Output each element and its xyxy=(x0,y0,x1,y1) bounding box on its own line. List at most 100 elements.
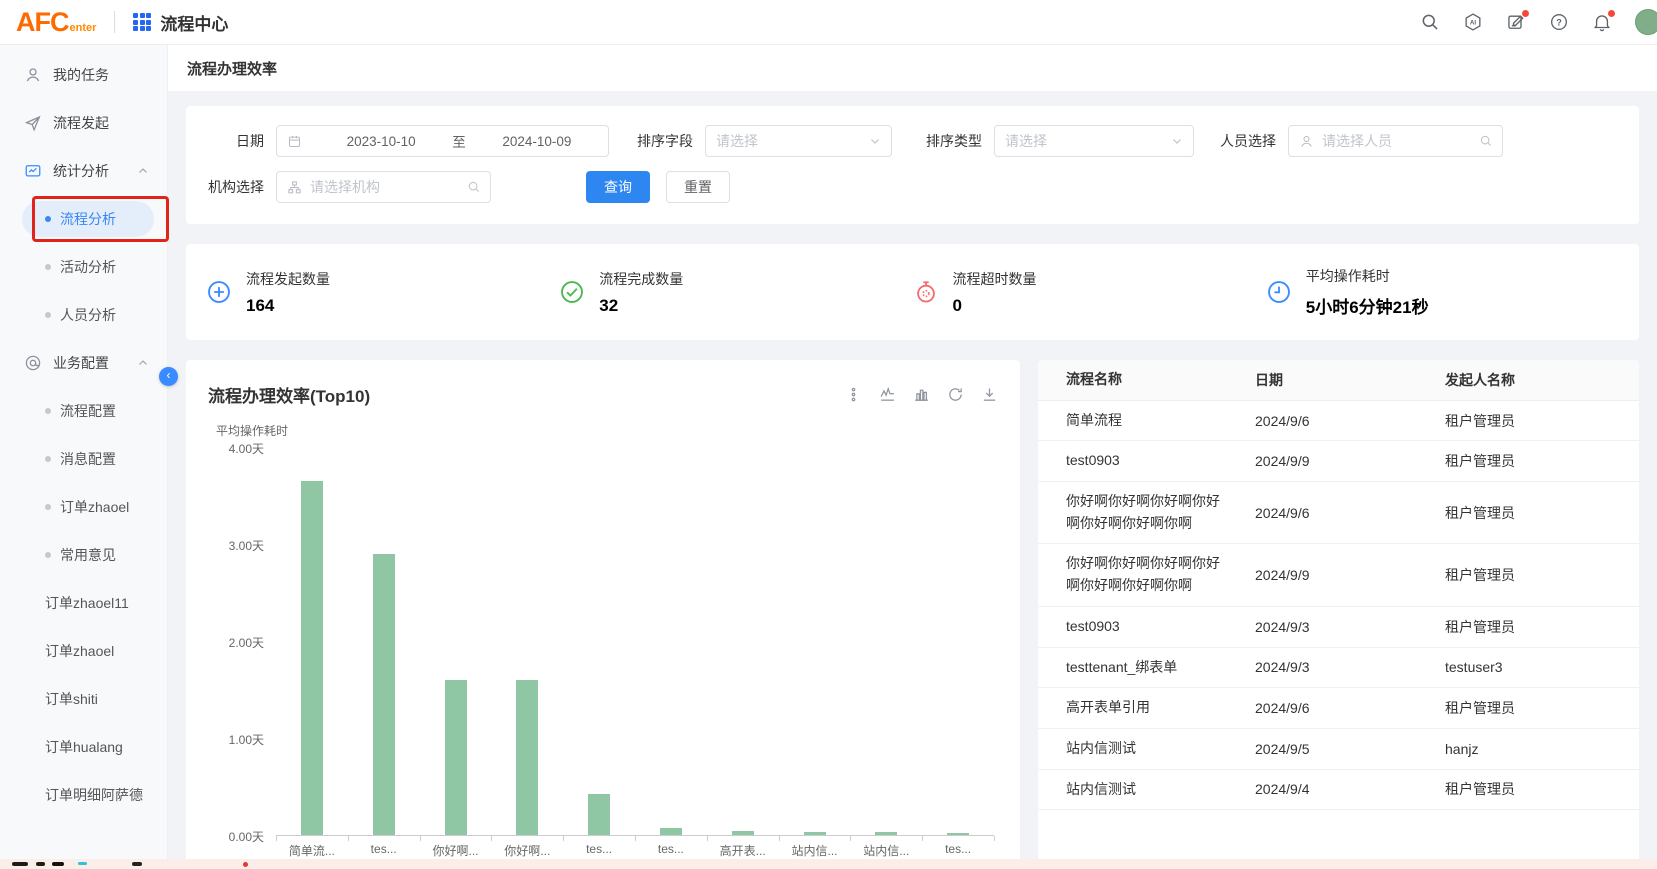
x-axis-tick xyxy=(922,836,923,841)
table-row[interactable]: testtenant_绑表单2024/9/3testuser3 xyxy=(1038,648,1639,689)
bar-tes...[interactable] xyxy=(947,833,969,835)
avatar[interactable] xyxy=(1635,9,1657,35)
bar-chart-icon[interactable] xyxy=(913,386,930,403)
table-row[interactable]: test09032024/9/3租户管理员 xyxy=(1038,607,1639,648)
ai-icon[interactable]: AI xyxy=(1463,12,1483,32)
org-tree-icon xyxy=(287,180,302,195)
x-axis-label: tes... xyxy=(945,842,971,856)
sidebar-item-订单zhaoel[interactable]: 订单zhaoel xyxy=(0,483,167,531)
refresh-icon[interactable] xyxy=(947,386,964,403)
date-separator: 至 xyxy=(452,131,466,151)
notification-bell-icon[interactable] xyxy=(1592,12,1612,32)
sidebar-item-订单shiti[interactable]: 订单shiti xyxy=(0,675,167,723)
search-icon xyxy=(467,180,481,194)
table-row[interactable]: 高开表单引用2024/9/6租户管理员 xyxy=(1038,688,1639,729)
sidebar-item-订单hualang[interactable]: 订单hualang xyxy=(0,723,167,771)
table-row[interactable]: test09032024/9/9租户管理员 xyxy=(1038,441,1639,482)
sidebar-item-活动分析[interactable]: 活动分析 xyxy=(0,243,167,291)
compose-badge xyxy=(1522,10,1529,17)
sidebar-item-统计分析[interactable]: 统计分析 xyxy=(0,147,167,195)
stat-card-2: 流程超时数量0 xyxy=(913,269,1266,316)
table-row[interactable]: 站内信测试2024/9/4租户管理员 xyxy=(1038,770,1639,811)
stat-value: 164 xyxy=(246,296,330,316)
bar-tes...[interactable] xyxy=(373,554,395,835)
bar-你好啊...[interactable] xyxy=(516,680,538,835)
bar-站内信...[interactable] xyxy=(875,832,897,835)
sort-type-select[interactable]: 请选择 xyxy=(994,125,1194,157)
bullet-dot-icon xyxy=(45,264,51,270)
stat-value: 32 xyxy=(599,296,683,316)
sidebar-item-label: 订单明细阿萨德 xyxy=(45,785,143,805)
stat-label: 流程超时数量 xyxy=(953,269,1037,289)
bar-站内信...[interactable] xyxy=(804,832,826,835)
download-icon[interactable] xyxy=(981,386,998,403)
sidebar-item-人员分析[interactable]: 人员分析 xyxy=(0,291,167,339)
sidebar-item-label: 流程分析 xyxy=(60,209,116,229)
person-select-input[interactable]: 请选择人员 xyxy=(1288,125,1503,157)
svg-text:?: ? xyxy=(1556,17,1562,27)
main-content: 流程办理效率 日期 2023-10-10 至 2024-10-09 排序字段 xyxy=(168,45,1657,869)
sidebar-item-流程发起[interactable]: 流程发起 xyxy=(0,99,167,147)
clock-icon xyxy=(1266,279,1292,305)
process-name-cell: test0903 xyxy=(1038,607,1243,647)
sidebar-item-订单zhaoel11[interactable]: 订单zhaoel11 xyxy=(0,579,167,627)
bar-高开表...[interactable] xyxy=(732,831,754,835)
sidebar-item-流程配置[interactable]: 流程配置 xyxy=(0,387,167,435)
more-dots-icon[interactable] xyxy=(845,386,862,403)
x-axis-tick xyxy=(707,836,708,841)
column-header: 发起人名称 xyxy=(1433,361,1639,399)
stat-card-1: 流程完成数量32 xyxy=(559,269,912,316)
x-axis-tick xyxy=(348,836,349,841)
sidebar-item-常用意见[interactable]: 常用意见 xyxy=(0,531,167,579)
org-select-input[interactable]: 请选择机构 xyxy=(276,171,491,203)
bullet-dot-icon xyxy=(45,504,51,510)
chevron-up-icon[interactable] xyxy=(137,357,149,369)
sidebar-item-我的任务[interactable]: 我的任务 xyxy=(0,51,167,99)
bar-简单流...[interactable] xyxy=(301,481,323,835)
process-table: 流程名称日期发起人名称简单流程2024/9/6租户管理员test09032024… xyxy=(1038,360,1639,869)
bell-badge xyxy=(1608,10,1615,17)
table-row[interactable]: 简单流程2024/9/6租户管理员 xyxy=(1038,401,1639,442)
app-grid-icon[interactable] xyxy=(133,13,151,31)
table-row[interactable]: 你好啊你好啊你好啊你好啊你好啊你好啊你啊2024/9/9租户管理员 xyxy=(1038,544,1639,606)
date-label: 日期 xyxy=(206,131,264,151)
sidebar-item-订单zhaoel[interactable]: 订单zhaoel xyxy=(0,627,167,675)
stats-panel: 流程发起数量164流程完成数量32流程超时数量0平均操作耗时5小时6分钟21秒 xyxy=(186,244,1639,340)
help-icon[interactable]: ? xyxy=(1549,12,1569,32)
y-tick-label: 0.00天 xyxy=(208,828,264,845)
x-axis-label: 简单流... xyxy=(289,842,335,859)
bar-你好啊...[interactable] xyxy=(445,680,467,835)
sidebar: 我的任务流程发起统计分析流程分析活动分析人员分析业务配置流程配置消息配置订单zh… xyxy=(0,45,168,869)
page-title: 流程办理效率 xyxy=(168,45,1657,91)
sidebar-item-业务配置[interactable]: 业务配置 xyxy=(0,339,167,387)
sidebar-collapse-button[interactable]: ‹ xyxy=(159,367,178,386)
stat-card-0: 流程发起数量164 xyxy=(206,269,559,316)
filter-panel: 日期 2023-10-10 至 2024-10-09 排序字段 请选择 xyxy=(186,106,1639,224)
sidebar-item-流程分析[interactable]: 流程分析 xyxy=(0,195,167,243)
table-row[interactable]: 站内信测试2024/9/5hanjz xyxy=(1038,729,1639,770)
bullet-dot-icon xyxy=(45,552,51,558)
reset-button[interactable]: 重置 xyxy=(666,171,730,203)
bar-tes...[interactable] xyxy=(588,794,610,835)
table-row[interactable]: 你好啊你好啊你好啊你好啊你好啊你好啊你啊2024/9/6租户管理员 xyxy=(1038,482,1639,544)
line-chart-icon[interactable] xyxy=(879,386,896,403)
bullet-dot-icon xyxy=(45,312,51,318)
date-cell: 2024/9/3 xyxy=(1243,610,1433,644)
search-icon[interactable] xyxy=(1420,12,1440,32)
sidebar-item-消息配置[interactable]: 消息配置 xyxy=(0,435,167,483)
date-start-value[interactable]: 2023-10-10 xyxy=(310,134,452,149)
header-icon-group: AI ? xyxy=(1420,9,1639,35)
date-range-input[interactable]: 2023-10-10 至 2024-10-09 xyxy=(276,125,609,157)
bullet-dot-icon xyxy=(45,456,51,462)
svg-text:AI: AI xyxy=(1470,20,1477,27)
bar-tes...[interactable] xyxy=(660,828,682,835)
chevron-up-icon[interactable] xyxy=(137,165,149,177)
sort-field-select[interactable]: 请选择 xyxy=(705,125,892,157)
sidebar-item-订单明细阿萨德[interactable]: 订单明细阿萨德 xyxy=(0,771,167,819)
stats-icon xyxy=(24,162,42,180)
x-axis-tick xyxy=(276,836,277,841)
app-root: AFC enter 流程中心 AI ? xyxy=(0,0,1657,869)
compose-icon[interactable] xyxy=(1506,12,1526,32)
date-end-value[interactable]: 2024-10-09 xyxy=(466,134,608,149)
query-button[interactable]: 查询 xyxy=(586,171,650,203)
